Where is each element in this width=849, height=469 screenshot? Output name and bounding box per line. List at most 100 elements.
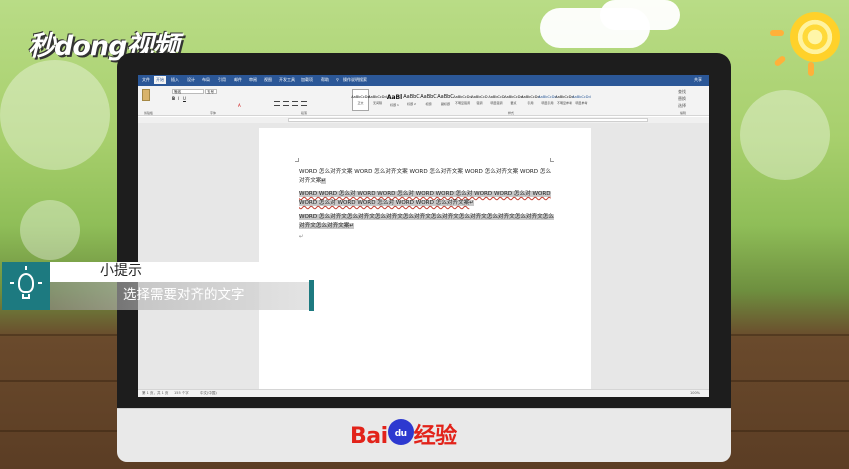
bold-button[interactable]: B: [172, 96, 175, 101]
margin-corner-mark: [295, 158, 299, 162]
underline-button[interactable]: U: [183, 96, 186, 101]
menu-review[interactable]: 审阅: [249, 77, 257, 83]
style-preview: AaBbCcD: [488, 95, 505, 99]
document-page[interactable]: WORD 怎么对齐文案 WORD 怎么对齐文案 WORD 怎么对齐文案 WORD…: [259, 128, 591, 389]
font-group-label: 字体: [210, 111, 217, 115]
menubar: 文件 开始 插入 设计 布局 引用 邮件 审阅 视图 开发工具 加载项 帮助 ⚲…: [138, 75, 709, 86]
tip-icon-box: [2, 262, 50, 310]
menu-developer[interactable]: 开发工具: [279, 77, 295, 83]
font-color-button[interactable]: A: [238, 103, 241, 108]
paragraph-3[interactable]: WORD 怎么对齐文怎么对齐文怎么对齐文怎么对齐文怎么对齐文怎么对齐文怎么对齐文…: [299, 213, 554, 231]
italic-button[interactable]: I: [178, 96, 179, 101]
styles-gallery: AaBbCcDd 正文 AaBbCcDd 无间隔 AaBl 标题 1 AaBbC 标题 …: [351, 89, 591, 111]
style-preview: AaBbCcDd: [453, 95, 472, 99]
style-subtle-emphasis[interactable]: AaBbCcDd 不明显强调: [453, 89, 472, 111]
align-left-icon[interactable]: [274, 101, 280, 106]
style-preview: AaBbCcDd: [538, 95, 557, 99]
menu-addins[interactable]: 加载项: [301, 77, 313, 83]
style-intense-reference[interactable]: AaBbCcDd 明显参考: [572, 89, 591, 111]
justify-icon[interactable]: [301, 101, 307, 106]
paragraph-mark: ↵: [349, 223, 355, 229]
style-name: 要点: [510, 101, 517, 105]
word-count[interactable]: 155 个字: [174, 391, 189, 396]
lightbulb-ray: [25, 266, 27, 270]
paragraph-mark: ↵: [321, 178, 327, 184]
baidu-logo-text: Bai: [350, 424, 388, 449]
menu-mailings[interactable]: 邮件: [234, 77, 242, 83]
lightbulb-base: [22, 294, 30, 299]
style-preview: AaBl: [386, 93, 403, 101]
paragraph-1[interactable]: WORD 怎么对齐文案 WORD 怎么对齐文案 WORD 怎么对齐文案 WORD…: [299, 168, 554, 186]
menu-home[interactable]: 开始: [154, 76, 166, 84]
sun-icon: [790, 12, 840, 62]
style-normal[interactable]: AaBbCcDd 正文: [351, 89, 370, 111]
ribbon: 剪贴板 等线 五号 B I U A 字体 段落 AaBbCcDd 正文 AaBbC…: [138, 86, 709, 116]
style-name: 无间隔: [372, 101, 382, 105]
style-preview: AaBbC: [403, 94, 420, 100]
find-button[interactable]: 查找: [678, 89, 686, 95]
menu-file[interactable]: 文件: [142, 77, 150, 83]
style-quote[interactable]: AaBbCcDd 引用: [521, 89, 539, 111]
style-heading-2[interactable]: AaBbC 标题 2: [403, 89, 420, 111]
baidu-jingyan-logo: Bai du 经验: [350, 418, 457, 450]
style-preview: AaBbC: [437, 94, 454, 100]
menu-references[interactable]: 引用: [218, 77, 226, 83]
paragraph-2[interactable]: WORD WORD 怎么对 WORD WORD 怎么对 WORD WORD 怎么…: [299, 190, 554, 208]
share-button[interactable]: 共享: [694, 77, 702, 83]
font-size-select[interactable]: 五号: [205, 89, 217, 94]
menu-layout[interactable]: 布局: [202, 77, 210, 83]
zoom-level[interactable]: 100%: [690, 391, 700, 395]
style-title[interactable]: AaBbC 标题: [420, 89, 437, 111]
lightbulb-icon: [18, 273, 34, 293]
style-emphasis[interactable]: AaBbCcD 强调: [471, 89, 488, 111]
align-right-icon[interactable]: [292, 101, 298, 106]
style-intense-quote[interactable]: AaBbCcDd 明显引用: [538, 89, 557, 111]
word-window: 文件 开始 插入 设计 布局 引用 邮件 审阅 视图 开发工具 加载项 帮助 ⚲…: [138, 75, 709, 397]
paragraph-1-text: WORD 怎么对齐文案 WORD 怎么对齐文案 WORD 怎么对齐文案 WORD…: [299, 169, 552, 184]
style-name: 标题 2: [407, 102, 416, 106]
style-heading-1[interactable]: AaBl 标题 1: [386, 89, 403, 111]
style-no-spacing[interactable]: AaBbCcDd 无间隔: [368, 89, 386, 111]
style-preview: AaBbCcDd: [572, 95, 591, 99]
empty-paragraph[interactable]: ↵: [299, 233, 554, 242]
menu-insert[interactable]: 插入: [171, 77, 179, 83]
style-name: 明显引用: [541, 101, 554, 105]
menu-help[interactable]: 帮助: [321, 77, 329, 83]
lightbulb-ray: [38, 282, 42, 284]
paste-icon[interactable]: [142, 89, 150, 101]
menu-view[interactable]: 视图: [264, 77, 272, 83]
tell-me-search[interactable]: 操作说明搜索: [343, 77, 367, 83]
font-size-value: 五号: [207, 90, 214, 94]
tip-accent: [309, 280, 314, 311]
sun-ray: [773, 54, 787, 68]
tip-title: 小提示: [100, 263, 142, 279]
style-subtitle[interactable]: AaBbC 副标题: [437, 89, 454, 111]
style-preview: AaBbCcD: [471, 95, 488, 99]
background-bokeh: [740, 90, 830, 180]
font-name-select[interactable]: 等线: [172, 89, 204, 94]
tip-title-bar: [50, 262, 262, 282]
style-name: 强调: [476, 101, 483, 105]
style-strong[interactable]: AaBbCcDd 要点: [504, 89, 522, 111]
select-button[interactable]: 选择: [678, 103, 686, 109]
search-icon[interactable]: ⚲: [336, 77, 339, 82]
styles-group-label: 样式: [508, 111, 515, 115]
style-name: 明显强调: [490, 101, 503, 105]
ruler-track: [288, 118, 648, 122]
page-count[interactable]: 第 1 页，共 1 页: [142, 391, 168, 396]
menu-design[interactable]: 设计: [187, 77, 195, 83]
sun-ray: [770, 30, 784, 36]
editing-group-label: 编辑: [680, 111, 687, 115]
language-indicator[interactable]: 中文(中国): [200, 391, 217, 396]
style-name: 引用: [527, 101, 534, 105]
style-preview: AaBbCcDd: [351, 95, 370, 99]
clipboard-group-label: 剪贴板: [144, 111, 154, 115]
style-name: 标题: [425, 102, 432, 106]
style-intense-emphasis[interactable]: AaBbCcD 明显强调: [488, 89, 505, 111]
align-center-icon[interactable]: [283, 101, 289, 106]
document-area[interactable]: WORD 怎么对齐文案 WORD 怎么对齐文案 WORD 怎么对齐文案 WORD…: [138, 123, 709, 389]
status-bar: 第 1 页，共 1 页 155 个字 中文(中国) 100%: [138, 389, 709, 397]
tip-text: 选择需要对齐的文字: [123, 287, 245, 303]
replace-button[interactable]: 替换: [678, 96, 686, 102]
style-subtle-reference[interactable]: AaBbCcDd 不明显参考: [555, 89, 573, 111]
